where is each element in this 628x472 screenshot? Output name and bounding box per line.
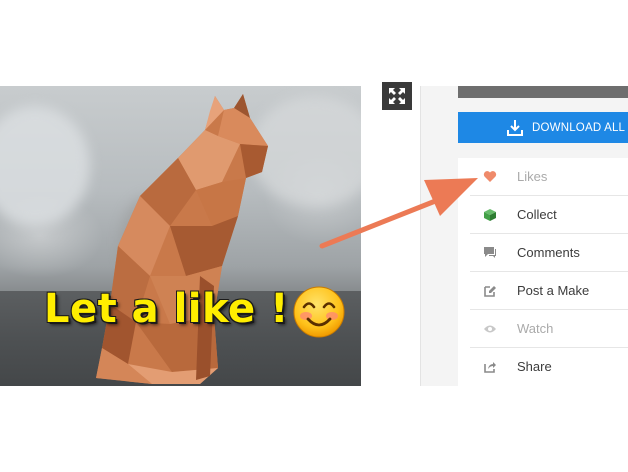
action-label: Comments — [517, 245, 580, 260]
watch-action[interactable]: Watch — [470, 310, 628, 348]
action-label: Collect — [517, 207, 557, 222]
like-caption: Let a like ! — [44, 286, 289, 332]
cube-icon — [480, 208, 500, 222]
heart-icon — [480, 170, 500, 183]
download-all-files-button[interactable]: DOWNLOAD ALL FIL — [458, 112, 628, 143]
action-label: Post a Make — [517, 283, 590, 298]
post-a-make-action[interactable]: Post a Make — [470, 272, 628, 310]
likes-action[interactable]: Likes — [470, 158, 628, 196]
expand-arrows-icon — [389, 88, 405, 104]
collect-action[interactable]: Collect — [470, 196, 628, 234]
smiling-face-emoji-icon — [293, 286, 345, 338]
model-photo: Let a like ! — [0, 86, 361, 386]
action-label: Share — [517, 359, 552, 374]
eye-icon — [480, 324, 500, 334]
share-icon — [480, 360, 500, 374]
cat-figurine — [96, 94, 268, 384]
action-list: Likes Collect Comments Post a Make Watch… — [458, 158, 628, 386]
edit-icon — [480, 284, 500, 298]
download-icon — [506, 119, 524, 137]
comments-action[interactable]: Comments — [470, 234, 628, 272]
action-label: Watch — [517, 321, 554, 336]
comment-icon — [480, 246, 500, 259]
download-label: DOWNLOAD ALL FIL — [532, 121, 628, 134]
action-label: Likes — [517, 169, 548, 184]
top-bar — [458, 86, 628, 98]
fullscreen-button[interactable] — [382, 82, 412, 110]
share-action[interactable]: Share — [470, 348, 628, 385]
